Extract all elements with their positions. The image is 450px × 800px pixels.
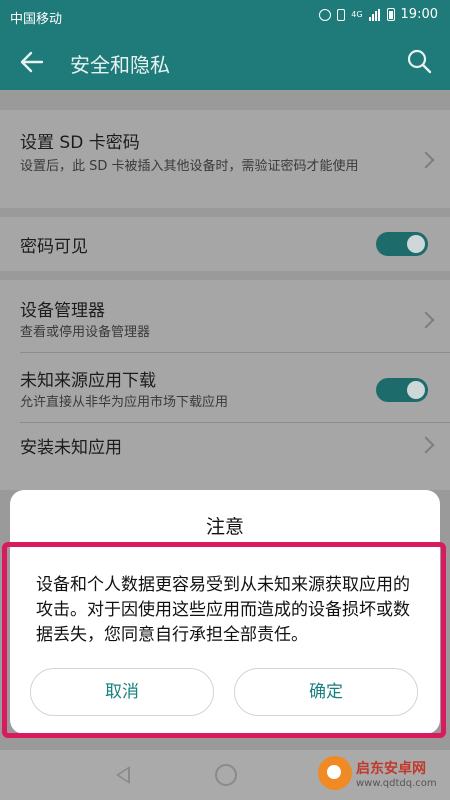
status-icons: 4G 19:00	[319, 7, 438, 22]
watermark-logo-icon	[318, 756, 352, 790]
divider	[20, 422, 450, 423]
password-visible-title: 密码可见	[20, 237, 88, 257]
install-unknown-title: 安装未知应用	[20, 438, 122, 458]
unknown-sources-title: 未知来源应用下载	[20, 371, 156, 391]
chevron-right-icon	[417, 151, 435, 169]
chevron-right-icon	[417, 311, 435, 329]
dialog-message: 设备和个人数据更容易受到从未知来源获取应用的攻击。对于因使用这些应用而造成的设备…	[36, 575, 410, 645]
sd-card-password-title: 设置 SD 卡密码	[20, 133, 140, 153]
sd-card-password-item[interactable]: 设置 SD 卡密码 设置后，此 SD 卡被插入其他设备时，需验证密码才能使用	[0, 110, 450, 208]
confirm-button[interactable]: 确定	[234, 668, 418, 716]
cancel-button[interactable]: 取消	[30, 668, 214, 716]
vibrate-icon	[337, 8, 346, 21]
app-bar: 安全和隐私	[0, 32, 450, 90]
unknown-sources-item: 未知来源应用下载 允许直接从非华为应用市场下载应用	[20, 366, 360, 413]
unknown-sources-subtitle: 允许直接从非华为应用市场下载应用	[20, 395, 229, 410]
page-title: 安全和隐私	[70, 53, 170, 77]
sd-card-password-subtitle: 设置后，此 SD 卡被插入其他设备时，需验证密码才能使用	[20, 159, 359, 174]
dialog-title: 注意	[205, 516, 244, 538]
toggle-knob	[407, 235, 425, 253]
network-type-label: 4G	[351, 9, 363, 19]
battery-icon	[386, 8, 395, 21]
admin-group: 设备管理器 查看或停用设备管理器 未知来源应用下载 允许直接从非华为应用市场下载…	[0, 280, 450, 490]
divider	[20, 352, 450, 353]
back-arrow-icon[interactable]	[18, 48, 46, 76]
watermark-name: 启东安卓网	[356, 760, 426, 777]
watermark: 启东安卓网 www.qdtdq.com	[318, 756, 437, 790]
watermark-url: www.qdtdq.com	[356, 777, 437, 789]
device-admin-subtitle: 查看或停用设备管理器	[20, 325, 151, 340]
unknown-sources-toggle[interactable]	[376, 378, 428, 402]
warning-dialog: 注意 设备和个人数据更容易受到从未知来源获取应用的攻击。对于因使用这些应用而造成…	[10, 490, 440, 734]
status-bar: 中国移动 4G 19:00	[0, 0, 450, 32]
clock: 19:00	[400, 7, 438, 22]
chevron-right-icon	[417, 436, 435, 454]
password-visible-toggle[interactable]	[376, 232, 428, 256]
nav-home-icon[interactable]	[215, 764, 237, 786]
carrier-label: 中国移动	[10, 12, 63, 27]
signal-icon	[368, 8, 381, 21]
nav-back-icon[interactable]	[116, 766, 130, 784]
toggle-knob	[407, 381, 425, 399]
install-unknown-item[interactable]: 安装未知应用	[20, 433, 402, 458]
search-icon[interactable]	[406, 48, 432, 74]
device-admin-item[interactable]: 设备管理器 查看或停用设备管理器	[20, 296, 402, 343]
device-admin-title: 设备管理器	[20, 301, 105, 321]
alarm-icon	[319, 8, 332, 21]
password-visible-item: 密码可见	[0, 217, 450, 271]
